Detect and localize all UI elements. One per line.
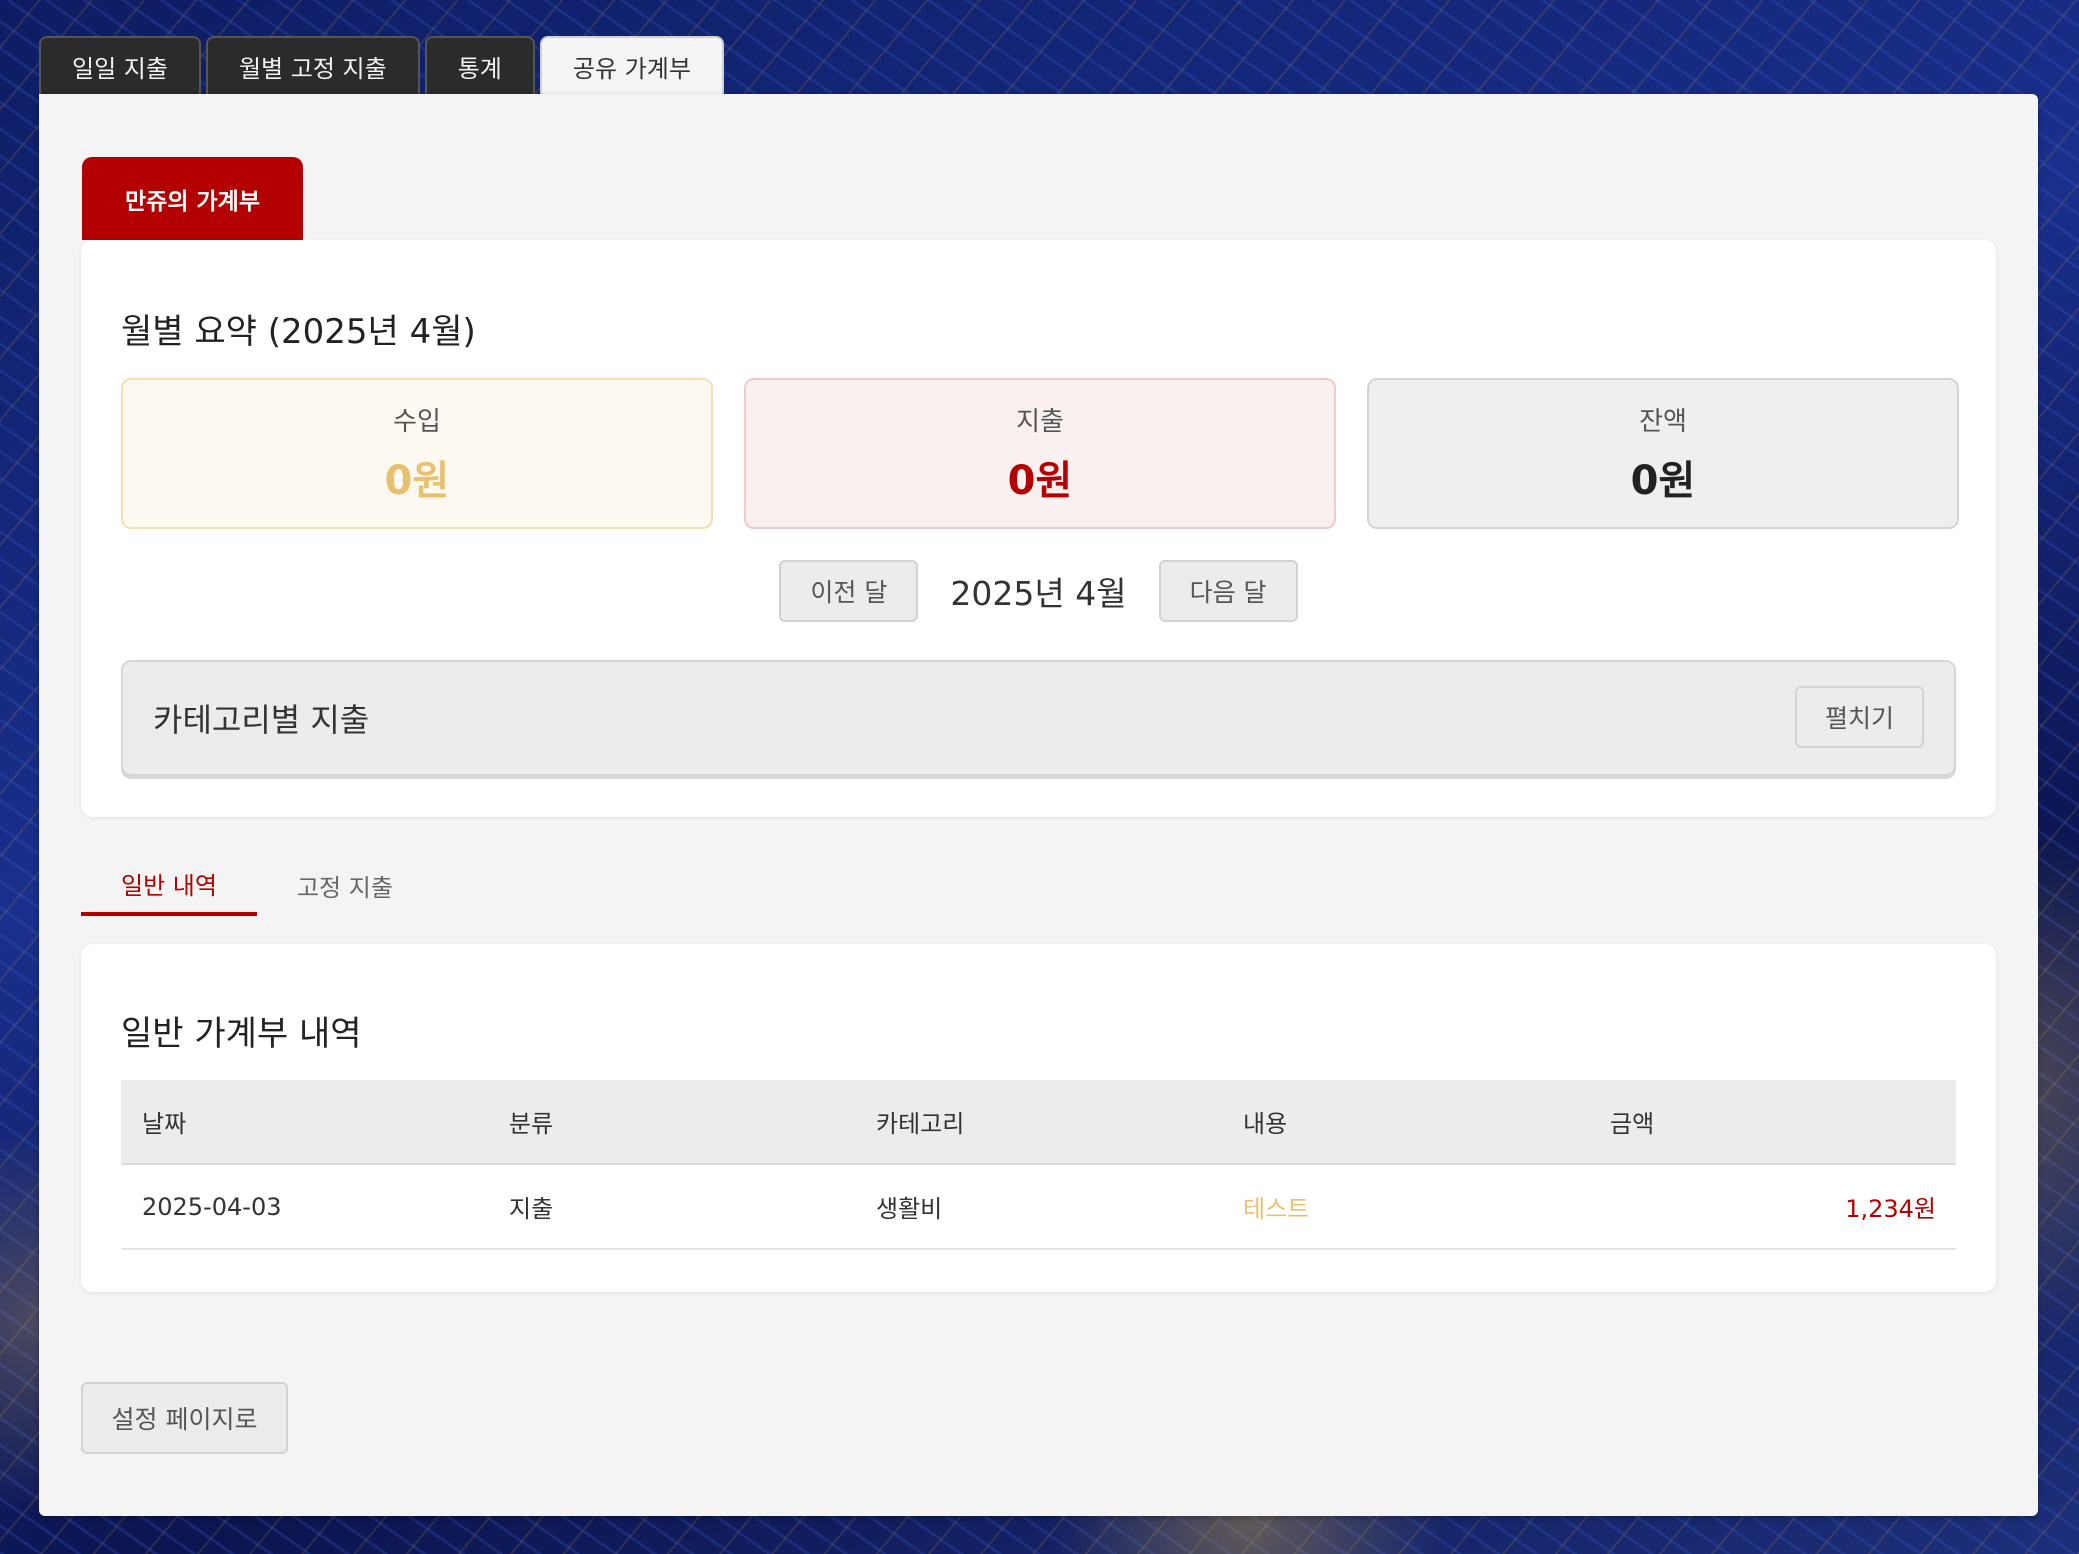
stat-boxes: 수입 0원 지출 0원 잔액 0원 <box>121 378 1959 529</box>
tab-statistics[interactable]: 통계 <box>424 36 535 95</box>
summary-title: 월별 요약 (2025년 4월) <box>121 312 476 352</box>
table-header: 날짜 분류 카테고리 내용 금액 <box>121 1080 1956 1165</box>
expense-label: 지출 <box>1016 407 1064 437</box>
tab-general-entries[interactable]: 일반 내역 <box>81 854 257 916</box>
expense-value: 0원 <box>1007 458 1073 504</box>
monthly-summary-card: 월별 요약 (2025년 4월) 수입 0원 지출 0원 잔액 0원 이전 달 … <box>81 240 1996 817</box>
tab-fixed-expenses[interactable]: 고정 지출 <box>257 854 433 916</box>
tab-monthly-fixed-expense[interactable]: 월별 고정 지출 <box>205 36 420 95</box>
ledger-tab[interactable]: 만쥬의 가계부 <box>82 157 303 240</box>
column-header-date: 날짜 <box>142 1110 187 1138</box>
entries-table: 날짜 분류 카테고리 내용 금액 2025-04-03 지출 생활비 테스트 1… <box>121 1080 1956 1250</box>
category-expense-section: 카테고리별 지출 펼치기 <box>121 660 1956 776</box>
income-box: 수입 0원 <box>121 378 713 529</box>
income-value: 0원 <box>384 458 450 504</box>
balance-label: 잔액 <box>1639 407 1687 437</box>
expand-button[interactable]: 펼치기 <box>1795 686 1924 748</box>
sub-tab-bar: 일반 내역 고정 지출 <box>81 854 433 916</box>
column-header-amount: 금액 <box>1610 1110 1655 1138</box>
balance-box: 잔액 0원 <box>1367 378 1959 529</box>
balance-value: 0원 <box>1630 458 1696 504</box>
row-date: 2025-04-03 <box>142 1192 282 1221</box>
month-navigation: 이전 달 2025년 4월 다음 달 <box>81 560 1996 622</box>
category-expense-title: 카테고리별 지출 <box>153 701 370 739</box>
row-category: 생활비 <box>876 1195 943 1223</box>
entries-title: 일반 가계부 내역 <box>121 1014 362 1054</box>
row-amount: 1,234원 <box>1845 1195 1936 1223</box>
column-header-type: 분류 <box>509 1110 554 1138</box>
column-header-description: 내용 <box>1243 1110 1288 1138</box>
prev-month-button[interactable]: 이전 달 <box>779 560 919 622</box>
row-description: 테스트 <box>1243 1195 1310 1223</box>
column-header-category: 카테고리 <box>876 1110 965 1138</box>
tab-daily-expense[interactable]: 일일 지출 <box>39 36 201 95</box>
main-panel: 만쥬의 가계부 월별 요약 (2025년 4월) 수입 0원 지출 0원 잔액 … <box>39 94 2038 1516</box>
top-tab-bar: 일일 지출 월별 고정 지출 통계 공유 가계부 <box>39 36 724 95</box>
table-row[interactable]: 2025-04-03 지출 생활비 테스트 1,234원 <box>121 1165 1956 1250</box>
general-entries-card: 일반 가계부 내역 날짜 분류 카테고리 내용 금액 2025-04-03 지출… <box>81 944 1996 1292</box>
income-label: 수입 <box>393 407 441 437</box>
row-type: 지출 <box>509 1195 554 1223</box>
current-month-label: 2025년 4월 <box>950 574 1127 613</box>
tab-shared-ledger[interactable]: 공유 가계부 <box>539 36 724 95</box>
settings-page-button[interactable]: 설정 페이지로 <box>81 1382 288 1454</box>
expense-box: 지출 0원 <box>744 378 1336 529</box>
next-month-button[interactable]: 다음 달 <box>1158 560 1298 622</box>
